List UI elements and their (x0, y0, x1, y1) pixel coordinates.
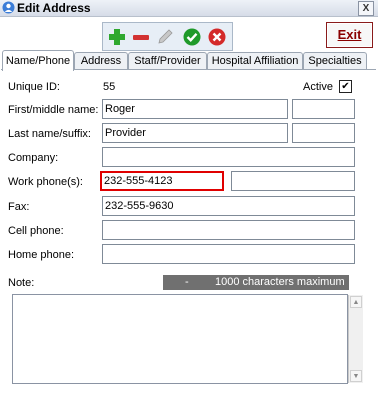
note-textarea[interactable]: ▲ ▼ (12, 294, 363, 384)
scroll-down-icon[interactable]: ▼ (350, 370, 362, 382)
scroll-up-icon[interactable]: ▲ (350, 296, 362, 308)
company-label: Company: (8, 152, 59, 164)
active-checkbox[interactable]: ✔ (339, 80, 352, 93)
home-phone-input[interactable] (102, 244, 355, 264)
remove-button[interactable] (131, 27, 151, 47)
home-phone-label: Home phone: (8, 249, 75, 261)
edit-button[interactable] (155, 27, 175, 47)
unique-id-label: Unique ID: (8, 81, 60, 93)
note-scrollbar[interactable]: ▲ ▼ (348, 295, 363, 383)
unique-id-value: 55 (103, 81, 116, 93)
close-button[interactable]: X (358, 1, 374, 16)
cell-phone-input[interactable] (102, 220, 355, 240)
cell-phone-label: Cell phone: (8, 225, 64, 237)
toolbar (102, 22, 233, 51)
exit-label: Exit (337, 27, 362, 42)
add-button[interactable] (107, 27, 127, 47)
x-icon (208, 28, 226, 46)
plus-icon (109, 29, 125, 45)
confirm-button[interactable] (182, 27, 202, 47)
middle-name-input[interactable] (292, 99, 355, 119)
counter-dash: - (185, 276, 189, 288)
exit-button[interactable]: Exit (326, 22, 373, 48)
minus-icon (133, 35, 149, 40)
active-label: Active (303, 81, 333, 93)
counter-text: 1000 characters maximum (215, 276, 345, 288)
work-phone-2-input[interactable] (231, 171, 355, 191)
check-icon (183, 28, 201, 46)
last-name-suffix-label: Last name/suffix: (8, 128, 91, 140)
note-character-counter: - 1000 characters maximum (163, 275, 349, 290)
suffix-input[interactable] (292, 123, 355, 143)
tab-staff-provider[interactable]: Staff/Provider (128, 52, 207, 69)
tab-address[interactable]: Address (74, 52, 128, 69)
company-input[interactable] (102, 147, 355, 167)
last-name-input[interactable]: Provider (102, 123, 288, 143)
first-name-input[interactable]: Roger (102, 99, 288, 119)
app-user-icon (2, 1, 15, 14)
tab-hospital-affiliation[interactable]: Hospital Affiliation (207, 52, 303, 69)
cancel-button[interactable] (207, 27, 227, 47)
note-label: Note: (8, 277, 35, 289)
work-phone-label: Work phone(s): (8, 176, 83, 188)
fax-input[interactable]: 232-555-9630 (102, 196, 355, 216)
tab-specialties[interactable]: Specialties (303, 52, 367, 69)
pencil-icon (158, 29, 173, 44)
fax-label: Fax: (8, 201, 30, 213)
window-title: Edit Address (17, 1, 91, 15)
work-phone-input[interactable]: 232-555-4123 (100, 171, 224, 191)
tab-name-phone[interactable]: Name/Phone (2, 50, 74, 71)
first-middle-name-label: First/middle name: (8, 104, 99, 116)
